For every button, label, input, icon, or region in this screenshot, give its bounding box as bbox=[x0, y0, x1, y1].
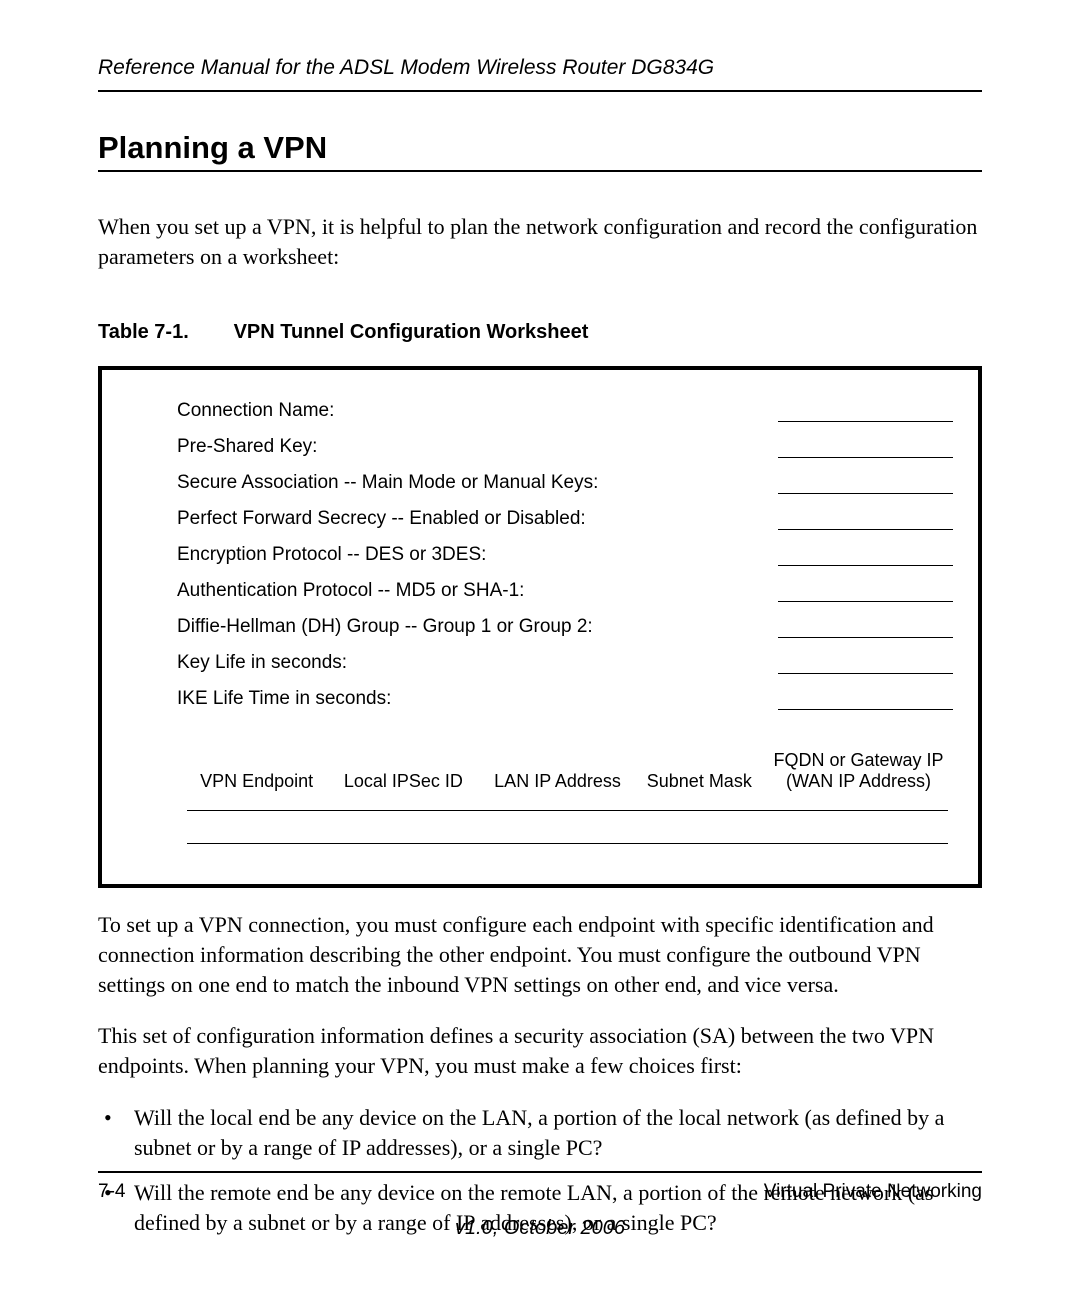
header-rule bbox=[98, 90, 982, 92]
field-row: Diffie-Hellman (DH) Group -- Group 1 or … bbox=[117, 616, 963, 638]
field-row: Encryption Protocol -- DES or 3DES: bbox=[117, 544, 963, 566]
field-input-line bbox=[778, 400, 953, 422]
field-input-line bbox=[778, 472, 953, 494]
field-row: Secure Association -- Main Mode or Manua… bbox=[117, 472, 963, 494]
bullet-marker: • bbox=[98, 1103, 134, 1162]
footer-rule bbox=[98, 1171, 982, 1173]
body-paragraph: To set up a VPN connection, you must con… bbox=[98, 910, 982, 999]
endpoint-col-header: LAN IP Address bbox=[480, 771, 634, 792]
field-row: Key Life in seconds: bbox=[117, 652, 963, 674]
bullet-text: Will the local end be any device on the … bbox=[134, 1103, 982, 1162]
field-input-line bbox=[778, 688, 953, 710]
footer-chapter: Virtual Private Networking bbox=[764, 1181, 982, 1203]
endpoint-col-header: Local IPSec ID bbox=[326, 771, 480, 792]
endpoint-col-header-line2: (WAN IP Address) bbox=[764, 771, 953, 792]
endpoint-col-header: FQDN or Gateway IP (WAN IP Address) bbox=[764, 750, 953, 792]
field-input-line bbox=[778, 508, 953, 530]
endpoint-line-row bbox=[117, 843, 963, 844]
field-label: Encryption Protocol -- DES or 3DES: bbox=[177, 544, 486, 566]
field-label: Connection Name: bbox=[177, 400, 334, 422]
body-paragraph: This set of configuration information de… bbox=[98, 1021, 982, 1080]
field-label: Diffie-Hellman (DH) Group -- Group 1 or … bbox=[177, 616, 593, 638]
field-row: IKE Life Time in seconds: bbox=[117, 688, 963, 710]
intro-paragraph: When you set up a VPN, it is helpful to … bbox=[98, 212, 982, 271]
endpoint-header-row: VPN Endpoint Local IPSec ID LAN IP Addre… bbox=[117, 750, 963, 792]
endpoint-line-row bbox=[117, 810, 963, 811]
table-caption: Table 7-1. VPN Tunnel Configuration Work… bbox=[98, 321, 982, 344]
field-label: IKE Life Time in seconds: bbox=[177, 688, 391, 710]
footer-page-number: 7-4 bbox=[98, 1181, 125, 1203]
field-row: Connection Name: bbox=[117, 400, 963, 422]
title-rule bbox=[98, 170, 982, 172]
table-caption-label: Table 7-1. bbox=[98, 321, 228, 344]
footer: 7-4 Virtual Private Networking v1.0, Oct… bbox=[98, 1171, 982, 1240]
endpoint-col-header: Subnet Mask bbox=[635, 771, 764, 792]
field-input-line bbox=[778, 544, 953, 566]
field-label: Key Life in seconds: bbox=[177, 652, 347, 674]
field-input-line bbox=[778, 616, 953, 638]
field-label: Perfect Forward Secrecy -- Enabled or Di… bbox=[177, 508, 586, 530]
field-label: Pre-Shared Key: bbox=[177, 436, 317, 458]
table-caption-title: VPN Tunnel Configuration Worksheet bbox=[234, 321, 589, 343]
field-row: Pre-Shared Key: bbox=[117, 436, 963, 458]
field-input-line bbox=[778, 436, 953, 458]
endpoint-col-header: VPN Endpoint bbox=[187, 771, 326, 792]
endpoint-col-header-line1: FQDN or Gateway IP bbox=[764, 750, 953, 771]
field-input-line bbox=[778, 580, 953, 602]
field-row: Authentication Protocol -- MD5 or SHA-1: bbox=[117, 580, 963, 602]
field-label: Authentication Protocol -- MD5 or SHA-1: bbox=[177, 580, 524, 602]
footer-line1: 7-4 Virtual Private Networking bbox=[98, 1181, 982, 1203]
header-reference: Reference Manual for the ADSL Modem Wire… bbox=[98, 56, 982, 80]
worksheet-box: Connection Name: Pre-Shared Key: Secure … bbox=[98, 366, 982, 888]
section-title: Planning a VPN bbox=[98, 130, 982, 166]
footer-version: v1.0, October 2006 bbox=[98, 1217, 982, 1240]
field-row: Perfect Forward Secrecy -- Enabled or Di… bbox=[117, 508, 963, 530]
field-input-line bbox=[778, 652, 953, 674]
bullet-item: • Will the local end be any device on th… bbox=[98, 1103, 982, 1162]
field-label: Secure Association -- Main Mode or Manua… bbox=[177, 472, 598, 494]
